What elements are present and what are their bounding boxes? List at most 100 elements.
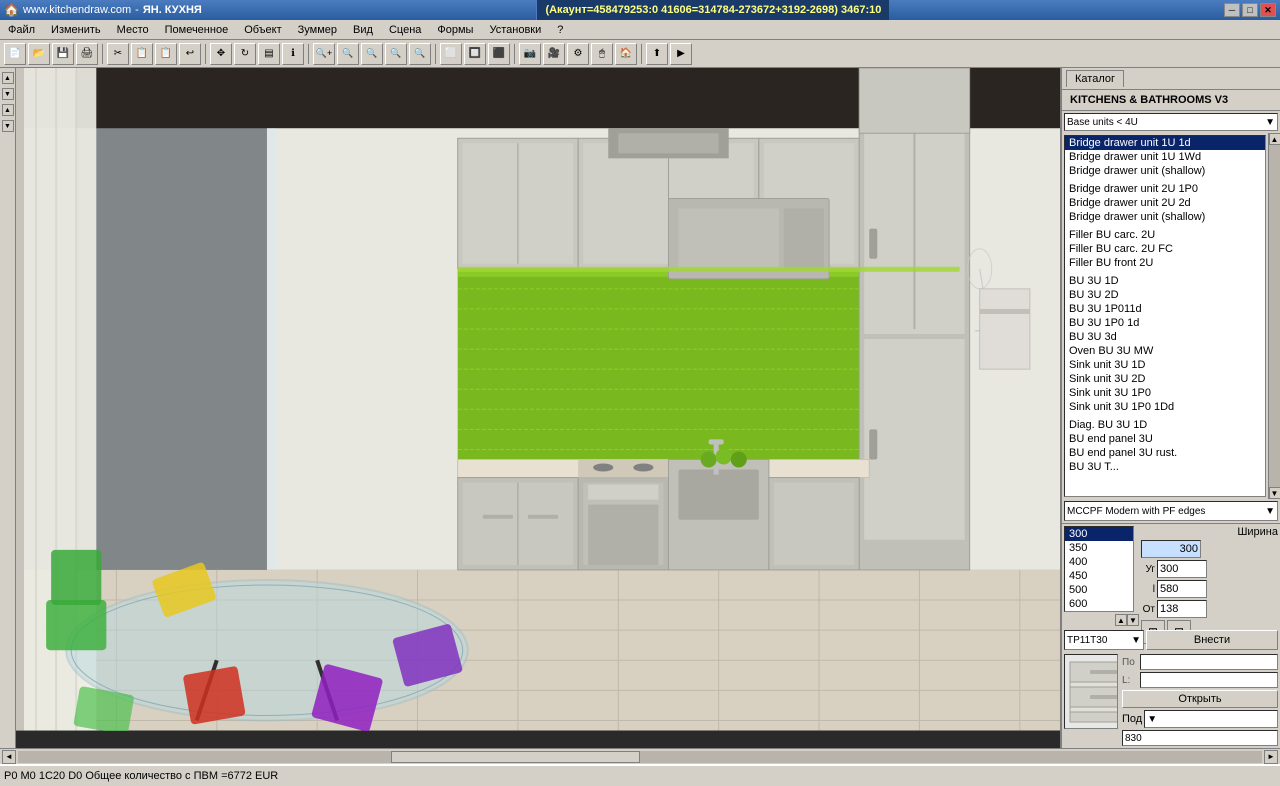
size-400[interactable]: 400: [1065, 555, 1133, 569]
catalog-item-25[interactable]: BU end panel 3U rust.: [1065, 446, 1265, 460]
menu-place[interactable]: Место: [109, 22, 157, 38]
tb-up[interactable]: ⬆: [646, 43, 668, 65]
h-scroll-track[interactable]: [18, 751, 1262, 763]
menu-object[interactable]: Объект: [236, 22, 289, 38]
scroll-down[interactable]: ▼: [1269, 487, 1280, 499]
tb-open[interactable]: 📂: [28, 43, 50, 65]
menu-file[interactable]: Файл: [0, 22, 43, 38]
catalog-list[interactable]: Bridge drawer unit 1U 1d Bridge drawer u…: [1064, 135, 1266, 497]
open-button[interactable]: Открыть: [1122, 690, 1278, 708]
catalog-item-24[interactable]: BU end panel 3U: [1065, 432, 1265, 446]
tb-rect[interactable]: ⬜: [440, 43, 462, 65]
menu-view[interactable]: Вид: [345, 22, 381, 38]
tb-settings[interactable]: ⚙: [567, 43, 589, 65]
h-scroll-thumb[interactable]: [391, 751, 640, 763]
menu-marked[interactable]: Помеченное: [157, 22, 237, 38]
tb-zoom-out[interactable]: 🔍: [361, 43, 383, 65]
catalog-item-23[interactable]: Diag. BU 3U 1D: [1065, 418, 1265, 432]
size-600[interactable]: 600: [1065, 597, 1133, 611]
catalog-item-21[interactable]: Sink unit 3U 1P0 1Dd: [1065, 400, 1265, 414]
code-dropdown[interactable]: TP11T30 ▼: [1064, 630, 1144, 650]
maximize-button[interactable]: □: [1242, 3, 1258, 17]
size-450[interactable]: 450: [1065, 569, 1133, 583]
size-list[interactable]: 300 350 400 450 500 600: [1064, 526, 1134, 612]
tb-new[interactable]: 📄: [4, 43, 26, 65]
indicator-up[interactable]: ▲: [2, 72, 14, 84]
size-width-input[interactable]: [1141, 540, 1201, 558]
menu-settings[interactable]: Установки: [481, 22, 549, 38]
catalog-item-14[interactable]: BU 3U 1P011d: [1065, 302, 1265, 316]
catalog-item-15[interactable]: BU 3U 1P0 1d: [1065, 316, 1265, 330]
pod-dropdown[interactable]: ▼: [1144, 710, 1278, 728]
tb-zoom-sel[interactable]: 🔍: [385, 43, 407, 65]
menu-scene[interactable]: Сцена: [381, 22, 429, 38]
tb-fill[interactable]: ⬛: [488, 43, 510, 65]
h-scrollbar[interactable]: ◄ ►: [0, 748, 1280, 764]
catalog-item-1[interactable]: Bridge drawer unit 1U 1Wd: [1065, 150, 1265, 164]
size-300[interactable]: 300: [1065, 527, 1133, 541]
catalog-item-9[interactable]: Filler BU carc. 2U FC: [1065, 242, 1265, 256]
catalog-scrollbar[interactable]: ▲ ▼: [1268, 133, 1280, 499]
tb-save[interactable]: 💾: [52, 43, 74, 65]
tb-copy[interactable]: 📋: [131, 43, 153, 65]
tb-zoom-fit[interactable]: 🔍+: [313, 43, 335, 65]
catalog-item-6[interactable]: Bridge drawer unit (shallow): [1065, 210, 1265, 224]
tb-grid[interactable]: ▤: [258, 43, 280, 65]
tb-cursor[interactable]: 🖱: [591, 43, 613, 65]
catalog-item-2[interactable]: Bridge drawer unit (shallow): [1065, 164, 1265, 178]
tb-select[interactable]: 🔲: [464, 43, 486, 65]
tb-camera[interactable]: 📷: [519, 43, 541, 65]
catalog-item-10[interactable]: Filler BU front 2U: [1065, 256, 1265, 270]
tb-rotate[interactable]: ↻: [234, 43, 256, 65]
catalog-item-18[interactable]: Sink unit 3U 1D: [1065, 358, 1265, 372]
catalog-item-5[interactable]: Bridge drawer unit 2U 2d: [1065, 196, 1265, 210]
tb-zoom-all[interactable]: 🔍: [409, 43, 431, 65]
size-scroll-up[interactable]: ▲: [1115, 614, 1127, 626]
menu-help[interactable]: ?: [549, 22, 571, 38]
tb-move[interactable]: ✥: [210, 43, 232, 65]
tb-info[interactable]: ℹ: [282, 43, 304, 65]
menu-edit[interactable]: Изменить: [43, 22, 109, 38]
scroll-left[interactable]: ◄: [2, 750, 16, 764]
insert-button[interactable]: Внести: [1146, 630, 1278, 650]
tb-undo[interactable]: ↩: [179, 43, 201, 65]
field-input-l[interactable]: [1157, 580, 1207, 598]
tb-right[interactable]: ▶: [670, 43, 692, 65]
preview-input-l[interactable]: [1140, 672, 1278, 688]
catalog-item-20[interactable]: Sink unit 3U 1P0: [1065, 386, 1265, 400]
style-dropdown[interactable]: МССРF Modern with PF edges ▼: [1064, 501, 1278, 521]
tb-print[interactable]: 🖨: [76, 43, 98, 65]
pod-value-input[interactable]: [1122, 730, 1278, 746]
catalog-item-16[interactable]: BU 3U 3d: [1065, 330, 1265, 344]
filter-dropdown[interactable]: Base units < 4U ▼: [1064, 113, 1278, 131]
field-input-ot[interactable]: [1157, 600, 1207, 618]
catalog-item-8[interactable]: Filler BU carc. 2U: [1065, 228, 1265, 242]
tb-zoom-in[interactable]: 🔍: [337, 43, 359, 65]
catalog-item-26[interactable]: BU 3U T...: [1065, 460, 1265, 474]
minimize-button[interactable]: ─: [1224, 3, 1240, 17]
menu-zoom[interactable]: Зуммер: [290, 22, 345, 38]
catalog-item-17[interactable]: Oven BU 3U MW: [1065, 344, 1265, 358]
tb-paste[interactable]: 📋: [155, 43, 177, 65]
tb-video[interactable]: 🎥: [543, 43, 565, 65]
tb-cut[interactable]: ✂: [107, 43, 129, 65]
catalog-item-13[interactable]: BU 3U 2D: [1065, 288, 1265, 302]
tb-home[interactable]: 🏠: [615, 43, 637, 65]
size-500[interactable]: 500: [1065, 583, 1133, 597]
scroll-track[interactable]: [1269, 145, 1280, 487]
3d-view[interactable]: [16, 68, 1060, 748]
size-scroll-down[interactable]: ▼: [1127, 614, 1139, 626]
scroll-right[interactable]: ►: [1264, 750, 1278, 764]
size-350[interactable]: 350: [1065, 541, 1133, 555]
catalog-item-12[interactable]: BU 3U 1D: [1065, 274, 1265, 288]
indicator-up2[interactable]: ▲: [2, 104, 14, 116]
catalog-item-0[interactable]: Bridge drawer unit 1U 1d: [1065, 136, 1265, 150]
indicator-down2[interactable]: ▼: [2, 120, 14, 132]
preview-input-po[interactable]: [1140, 654, 1278, 670]
catalog-tab[interactable]: Каталог: [1066, 70, 1124, 87]
catalog-item-4[interactable]: Bridge drawer unit 2U 1P0: [1065, 182, 1265, 196]
catalog-item-19[interactable]: Sink unit 3U 2D: [1065, 372, 1265, 386]
scroll-up[interactable]: ▲: [1269, 133, 1280, 145]
menu-forms[interactable]: Формы: [429, 22, 481, 38]
field-input-ug[interactable]: [1157, 560, 1207, 578]
